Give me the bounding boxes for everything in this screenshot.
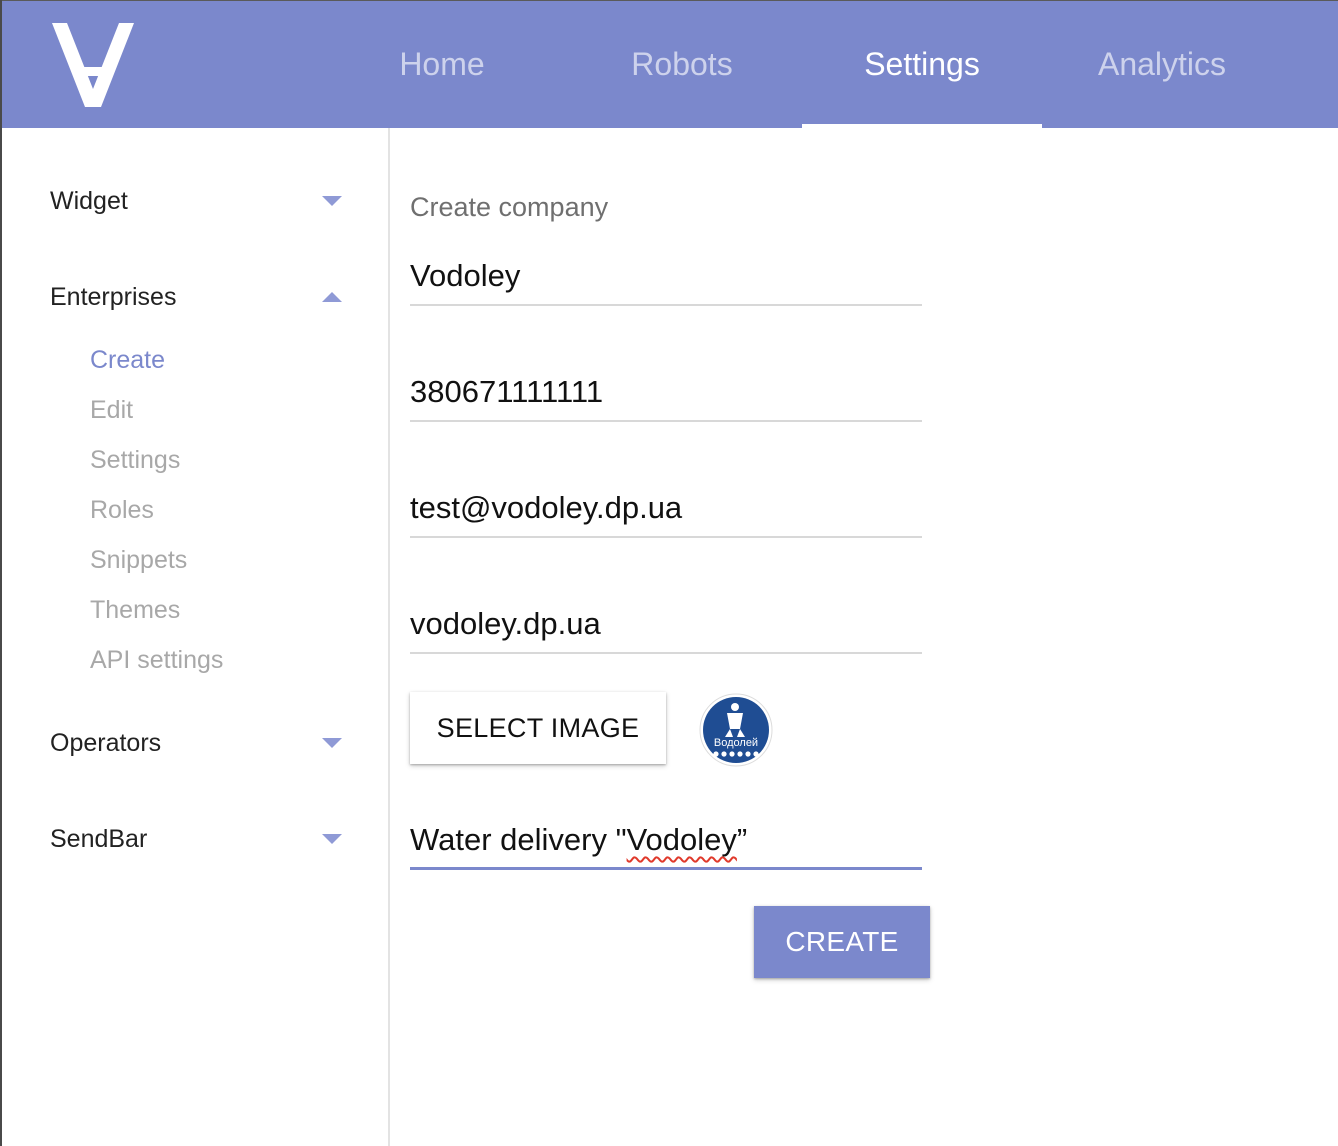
- nav-robots-label: Robots: [631, 46, 733, 82]
- website-field[interactable]: vodoley.dp.ua: [410, 594, 922, 654]
- form-title: Create company: [410, 192, 609, 222]
- sidebar-group-enterprises[interactable]: Enterprises: [50, 277, 350, 317]
- sidebar-item-create[interactable]: Create: [90, 346, 165, 375]
- sidebar-group-widget[interactable]: Widget: [50, 181, 350, 221]
- company-name-field[interactable]: Vodoley: [410, 246, 922, 306]
- chevron-down-icon: [322, 738, 342, 748]
- description-field[interactable]: Water delivery "Vodoley”: [410, 810, 922, 870]
- create-button[interactable]: CREATE: [754, 906, 930, 978]
- nav-home[interactable]: Home: [322, 1, 562, 128]
- sidebar-item-settings[interactable]: Settings: [90, 446, 180, 475]
- upside-down-a-logo-icon[interactable]: [52, 21, 134, 107]
- company-name-value: Vodoley: [410, 258, 521, 293]
- field-underline: [410, 652, 922, 654]
- sidebar-group-label: Enterprises: [50, 282, 177, 311]
- nav-analytics[interactable]: Analytics: [1042, 1, 1282, 128]
- field-underline: [410, 304, 922, 306]
- phone-field[interactable]: 380671111111: [410, 362, 922, 422]
- sidebar-item-roles[interactable]: Roles: [90, 496, 154, 525]
- company-logo-preview: Водолей: [697, 693, 775, 767]
- active-tab-indicator: [802, 124, 1042, 128]
- nav-settings[interactable]: Settings: [802, 1, 1042, 128]
- description-text-prefix: Water delivery ": [410, 822, 627, 857]
- field-underline: [410, 420, 922, 422]
- nav-settings-label: Settings: [864, 46, 980, 82]
- chevron-up-icon: [322, 292, 342, 302]
- sidebar-item-api-settings[interactable]: API settings: [90, 646, 223, 675]
- nav-analytics-label: Analytics: [1097, 46, 1227, 82]
- sidebar-divider: [388, 128, 390, 1146]
- select-image-button[interactable]: SELECT IMAGE: [410, 692, 666, 764]
- top-nav-bar: Home Robots Settings Analytics: [2, 1, 1338, 128]
- sidebar-group-sendbar[interactable]: SendBar: [50, 819, 350, 859]
- nav-robots[interactable]: Robots: [562, 1, 802, 128]
- description-text-suffix: ”: [736, 822, 748, 857]
- chevron-down-icon: [322, 834, 342, 844]
- sidebar-item-snippets[interactable]: Snippets: [90, 546, 187, 575]
- sidebar-group-label: Operators: [50, 728, 162, 757]
- chevron-down-icon: [322, 196, 342, 206]
- sidebar-group-operators[interactable]: Operators: [50, 723, 350, 763]
- email-value: test@vodoley.dp.ua: [410, 490, 683, 525]
- description-value: Water delivery "Vodoley”: [410, 822, 747, 858]
- sidebar-group-label: SendBar: [50, 824, 148, 853]
- field-underline-focused: [410, 867, 922, 870]
- website-value: vodoley.dp.ua: [410, 606, 601, 641]
- sidebar-item-edit[interactable]: Edit: [90, 396, 133, 425]
- nav-home-label: Home: [399, 46, 485, 82]
- field-underline: [410, 536, 922, 538]
- email-field[interactable]: test@vodoley.dp.ua: [410, 478, 922, 538]
- phone-value: 380671111111: [410, 374, 604, 409]
- misspelled-word: Vodoley: [626, 822, 737, 857]
- sidebar-group-label: Widget: [50, 186, 128, 215]
- logo-preview-text: Водолей: [714, 737, 758, 749]
- sidebar-item-themes[interactable]: Themes: [90, 596, 180, 625]
